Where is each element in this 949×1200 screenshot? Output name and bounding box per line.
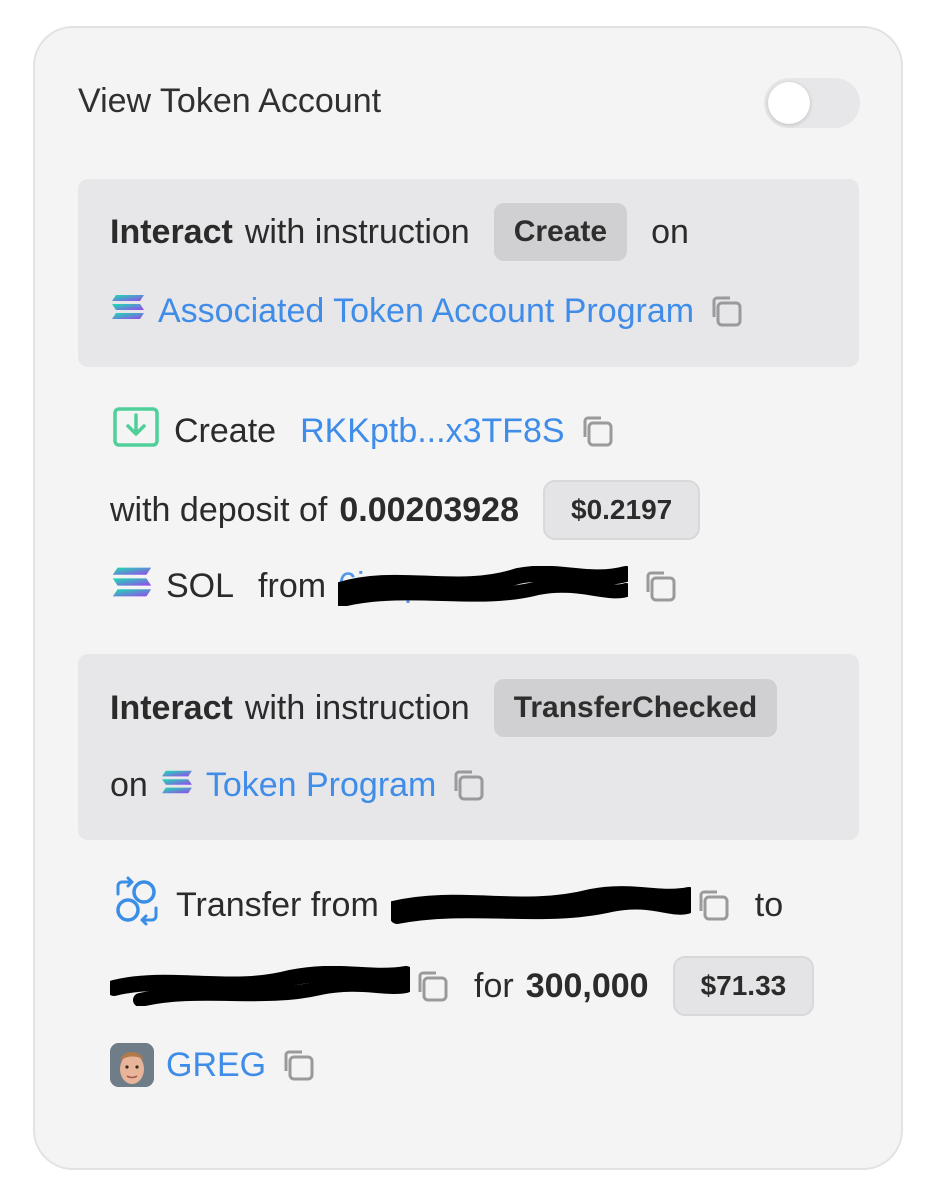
on-text: on bbox=[110, 765, 148, 804]
for-text: for bbox=[474, 966, 514, 1005]
to-text: to bbox=[754, 885, 784, 924]
deposit-source-line: SOL from 6j...q bbox=[110, 561, 678, 611]
transfer-usd-badge: $71.33 bbox=[672, 956, 815, 1016]
token-program-link[interactable]: Token Program bbox=[206, 766, 437, 805]
redacted-to-address[interactable] bbox=[110, 966, 410, 1006]
greg-token-avatar bbox=[110, 1043, 154, 1087]
associated-token-program-link[interactable]: Associated Token Account Program bbox=[158, 292, 694, 331]
create-verb: Create bbox=[174, 411, 277, 450]
view-token-account-row: View Token Account bbox=[78, 78, 860, 128]
transfer-line-2: for 300,000 $71.33 bbox=[110, 956, 815, 1016]
redacted-source-address[interactable]: 6j...q bbox=[338, 566, 629, 606]
instruction-1-line-2: Associated Token Account Program bbox=[110, 286, 744, 336]
solana-icon bbox=[110, 564, 154, 609]
transfer-icon bbox=[110, 876, 164, 935]
transfer-from-text: Transfer from bbox=[176, 885, 379, 924]
copy-icon[interactable] bbox=[708, 293, 744, 329]
copy-icon[interactable] bbox=[450, 767, 486, 803]
solana-icon bbox=[110, 292, 146, 331]
with-instruction-text: with instruction bbox=[244, 212, 470, 251]
view-token-account-toggle[interactable] bbox=[764, 78, 860, 128]
deposit-text: with deposit of bbox=[110, 490, 328, 529]
toggle-knob bbox=[768, 82, 810, 124]
deposit-line: with deposit of 0.00203928 $0.2197 bbox=[110, 480, 701, 540]
deposit-usd-badge: $0.2197 bbox=[543, 480, 701, 540]
instruction-badge-transferchecked: TransferChecked bbox=[493, 679, 778, 737]
copy-icon[interactable] bbox=[642, 568, 678, 604]
create-account-line: Create RKKptb...x3TF8S bbox=[110, 406, 615, 456]
download-icon bbox=[110, 405, 162, 458]
solana-icon bbox=[160, 766, 194, 805]
transfer-line-1: Transfer from to bbox=[110, 876, 784, 930]
redacted-from-address[interactable] bbox=[390, 885, 691, 925]
instruction-1-line-1: Interact with instruction Create on bbox=[110, 202, 689, 262]
copy-icon[interactable] bbox=[414, 968, 450, 1004]
interact-label: Interact bbox=[110, 212, 233, 251]
transfer-token-line: GREG bbox=[110, 1040, 316, 1090]
instruction-2-line-2: on Token Program bbox=[110, 760, 486, 810]
instruction-badge-create: Create bbox=[493, 203, 628, 261]
copy-icon[interactable] bbox=[579, 413, 615, 449]
from-text: from bbox=[258, 566, 327, 605]
transfer-amount: 300,000 bbox=[525, 966, 649, 1005]
with-instruction-text: with instruction bbox=[244, 688, 470, 727]
copy-icon[interactable] bbox=[695, 887, 731, 923]
copy-icon[interactable] bbox=[280, 1047, 316, 1083]
on-text: on bbox=[651, 212, 689, 251]
instruction-2-line-1: Interact with instruction TransferChecke… bbox=[110, 678, 778, 738]
created-account-link[interactable]: RKKptb...x3TF8S bbox=[300, 412, 565, 451]
sol-label: SOL bbox=[166, 566, 235, 605]
view-token-account-label: View Token Account bbox=[78, 82, 382, 120]
deposit-amount: 0.00203928 bbox=[339, 490, 519, 529]
greg-token-link[interactable]: GREG bbox=[166, 1046, 266, 1085]
interact-label: Interact bbox=[110, 688, 233, 727]
